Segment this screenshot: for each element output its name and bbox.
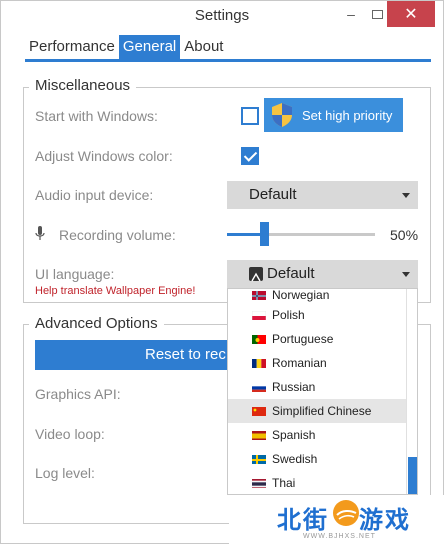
adjust-color-checkbox[interactable] (241, 147, 259, 165)
log-level-label: Log level: (35, 465, 95, 481)
russia-flag-icon (252, 382, 266, 392)
norway-flag-icon (252, 290, 266, 300)
tab-bar: Performance General About (25, 35, 227, 59)
advanced-options-title: Advanced Options (29, 315, 164, 332)
language-option[interactable]: Polish (228, 303, 408, 327)
adjust-color-label: Adjust Windows color: (35, 148, 173, 164)
dropdown-scrollbar[interactable] (406, 289, 417, 494)
language-option[interactable]: Portuguese (228, 327, 408, 351)
scrollbar-thumb[interactable] (408, 457, 417, 494)
language-option[interactable]: Spanish (228, 423, 408, 447)
microphone-icon (35, 226, 45, 242)
thailand-flag-icon (252, 478, 266, 488)
title-bar: Settings – ✕ (1, 1, 443, 31)
language-option-label: Romanian (272, 356, 327, 370)
language-option-label: Polish (272, 308, 305, 322)
watermark-text-left: 北街 (277, 507, 329, 534)
recording-volume-slider[interactable] (227, 222, 375, 246)
set-high-priority-label: Set high priority (302, 107, 393, 123)
miscellaneous-title: Miscellaneous (29, 77, 137, 94)
language-icon (249, 267, 263, 282)
chevron-down-icon (402, 272, 410, 277)
language-option-label: Swedish (272, 452, 318, 466)
language-option-selected[interactable]: Simplified Chinese (228, 399, 408, 423)
watermark-logo-icon (333, 500, 359, 526)
help-translate-link[interactable]: Help translate Wallpaper Engine! (35, 285, 195, 297)
maximize-icon (371, 9, 383, 19)
language-option-label: Simplified Chinese (272, 404, 372, 418)
language-option[interactable]: Thai (228, 471, 408, 494)
china-flag-icon (252, 406, 266, 416)
tab-underline (25, 59, 431, 62)
watermark-text-right: 游戏 (359, 507, 411, 534)
ui-language-select[interactable]: Default (227, 260, 418, 288)
recording-volume-value: 50% (390, 227, 419, 243)
tab-general[interactable]: General (118, 35, 181, 59)
portugal-flag-icon (252, 334, 266, 344)
language-option[interactable]: Swedish (228, 447, 408, 471)
shield-icon (270, 102, 294, 128)
language-dropdown-list: Norwegian Polish Portuguese Romanian Rus… (227, 288, 418, 495)
start-with-windows-label: Start with Windows: (35, 108, 158, 124)
language-option-label: Spanish (272, 428, 316, 442)
set-high-priority-button[interactable]: Set high priority (264, 98, 403, 132)
close-button[interactable]: ✕ (387, 1, 435, 27)
poland-flag-icon (252, 310, 266, 320)
audio-device-label: Audio input device: (35, 187, 154, 203)
language-option-label: Thai (272, 476, 296, 490)
audio-device-select[interactable]: Default (227, 181, 418, 209)
language-option[interactable]: Romanian (228, 351, 408, 375)
video-loop-label: Video loop: (35, 426, 105, 442)
graphics-api-label: Graphics API: (35, 386, 121, 402)
recording-volume-label: Recording volume: (59, 227, 176, 243)
slider-fill (227, 233, 264, 236)
chevron-down-icon (402, 193, 410, 198)
language-option-label: Norwegian (272, 288, 330, 302)
language-option-label: Russian (272, 380, 316, 394)
language-option-label: Portuguese (272, 332, 334, 346)
sweden-flag-icon (252, 454, 266, 464)
audio-device-value: Default (249, 186, 297, 203)
slider-thumb[interactable] (260, 222, 269, 246)
watermark-url: WWW.BJHXS.NET (303, 533, 376, 540)
watermark: 北街 游戏 WWW.BJHXS.NET (229, 495, 444, 544)
tab-about[interactable]: About (180, 35, 227, 59)
spain-flag-icon (252, 430, 266, 440)
tab-performance[interactable]: Performance (25, 35, 119, 59)
settings-window: Settings – ✕ Performance General About M… (0, 0, 444, 544)
ui-language-value: Default (267, 265, 315, 282)
language-option[interactable]: Russian (228, 375, 408, 399)
start-with-windows-checkbox[interactable] (241, 107, 259, 125)
romania-flag-icon (252, 358, 266, 368)
ui-language-label: UI language: (35, 266, 115, 282)
